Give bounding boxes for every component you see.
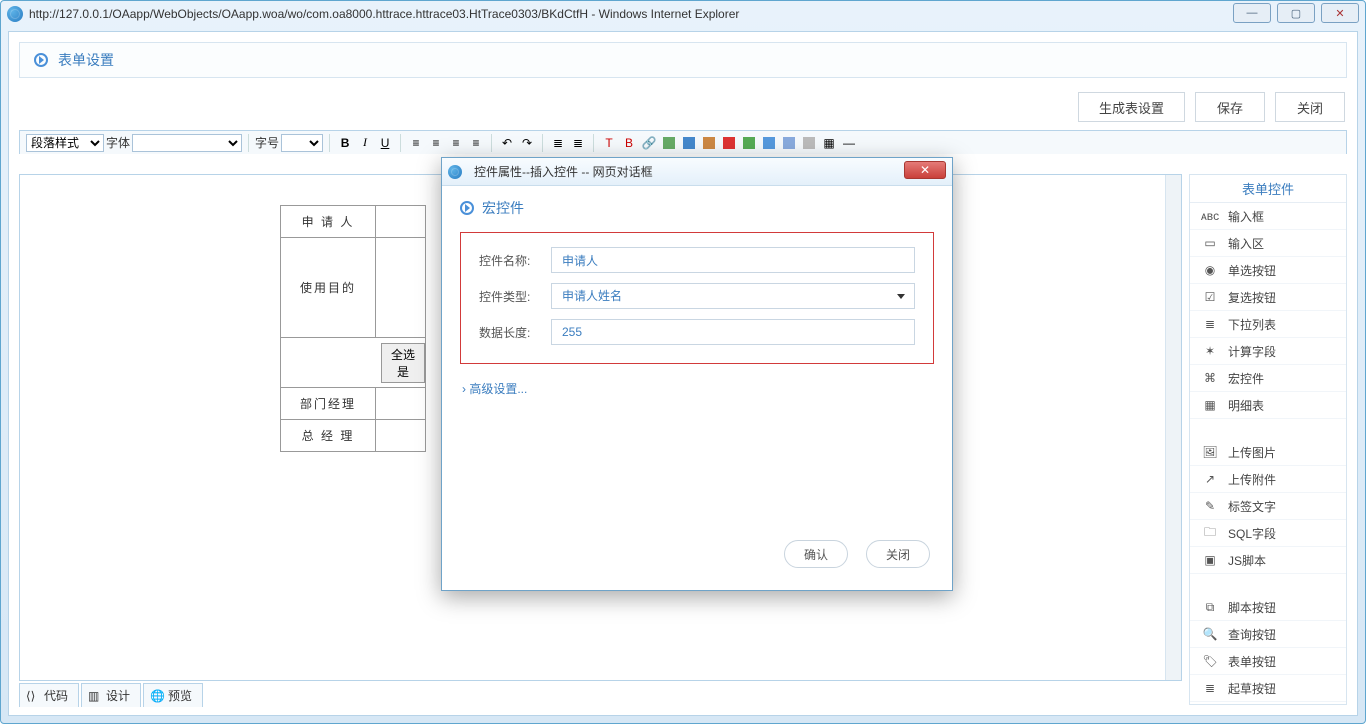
dialog-close-x-button[interactable]: ✕: [904, 161, 946, 179]
window-titlebar: http://127.0.0.1/OAapp/WebObjects/OAapp.…: [1, 1, 1365, 27]
dialog-ok-button[interactable]: 确认: [784, 540, 848, 568]
input-data-length[interactable]: [551, 319, 915, 345]
control-property-dialog: 控件属性--插入控件 -- 网页对话框 ✕ 宏控件 控件名称:: [441, 157, 953, 591]
label-data-length: 数据长度:: [479, 324, 551, 341]
select-control-type[interactable]: 申请人姓名: [551, 283, 915, 309]
dialog-cancel-button[interactable]: 关闭: [866, 540, 930, 568]
dialog-section-header: 宏控件: [460, 198, 934, 218]
ie-icon: [7, 6, 23, 22]
dialog-form-box: 控件名称: 控件类型: 申请人姓名 数据长度:: [460, 232, 934, 364]
ie-icon: [448, 165, 462, 179]
label-control-name: 控件名称:: [479, 252, 551, 269]
window-minimize-button[interactable]: ―: [1233, 3, 1271, 23]
input-control-name[interactable]: [551, 247, 915, 273]
window-maximize-button[interactable]: ▢: [1277, 3, 1315, 23]
arrow-circle-icon: [460, 201, 474, 215]
label-control-type: 控件类型:: [479, 288, 551, 305]
window-title: http://127.0.0.1/OAapp/WebObjects/OAapp.…: [29, 7, 1359, 21]
dialog-title: 控件属性--插入控件 -- 网页对话框: [474, 163, 653, 180]
advanced-settings-link[interactable]: 高级设置...: [462, 380, 527, 397]
dialog-titlebar[interactable]: 控件属性--插入控件 -- 网页对话框 ✕: [442, 158, 952, 186]
window-close-button[interactable]: ✕: [1321, 3, 1359, 23]
